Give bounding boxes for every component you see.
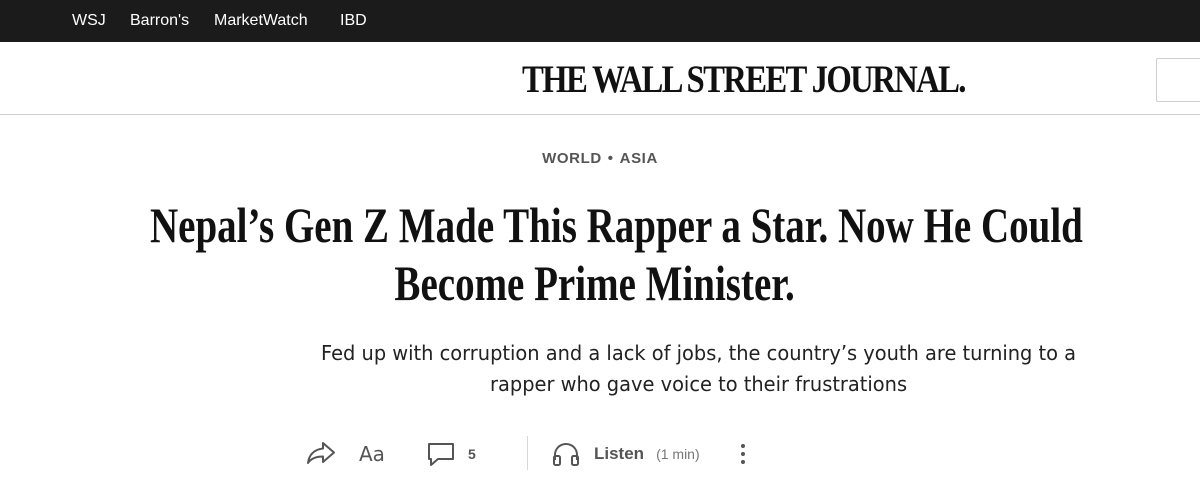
listen-duration: (1 min) [656,446,700,462]
network-link-ibd[interactable]: IBD [340,11,367,31]
comment-count: 5 [468,446,476,462]
network-bar: WSJ Barron's MarketWatch IBD [0,0,1200,42]
section-asia-link[interactable]: ASIA [620,150,658,167]
section-breadcrumb: WORLD • ASIA [542,150,658,167]
more-options-button[interactable] [734,440,752,468]
network-link-barrons[interactable]: Barron's [130,11,189,31]
wsj-logo[interactable]: THE WALL STREET JOURNAL. [522,59,966,101]
share-icon [307,442,335,464]
article-tools: Aa 5 Listen (1 min) [0,430,1200,476]
section-world-link[interactable]: WORLD [542,150,602,167]
comment-icon [428,443,454,466]
listen-label: Listen [594,444,645,463]
more-vertical-icon [741,444,745,464]
dek-line: rapper who gave voice to their frustrati… [490,372,908,396]
network-link-marketwatch[interactable]: MarketWatch [214,11,308,31]
article-headline: Nepal’s Gen Z Made This Rapper a Star. N… [150,196,1083,312]
network-link-wsj[interactable]: WSJ [72,11,106,31]
headline-line: Become Prime Minister. [394,255,795,311]
article-dek: Fed up with corruption and a lack of job… [296,338,1101,400]
comments-button[interactable]: 5 [426,440,476,468]
listen-button[interactable]: Listen (1 min) [551,440,700,468]
text-size-icon: Aa [359,442,385,466]
headline-line: Nepal’s Gen Z Made This Rapper a Star. N… [150,197,1083,253]
masthead: THE WALL STREET JOURNAL. [0,42,1200,115]
tools-divider [527,436,528,470]
dek-line: Fed up with corruption and a lack of job… [321,341,1077,365]
search-input[interactable] [1156,58,1200,102]
text-size-button[interactable]: Aa [359,441,385,467]
share-button[interactable] [305,440,337,466]
headphones-icon [553,442,579,466]
breadcrumb-separator: • [607,150,614,167]
